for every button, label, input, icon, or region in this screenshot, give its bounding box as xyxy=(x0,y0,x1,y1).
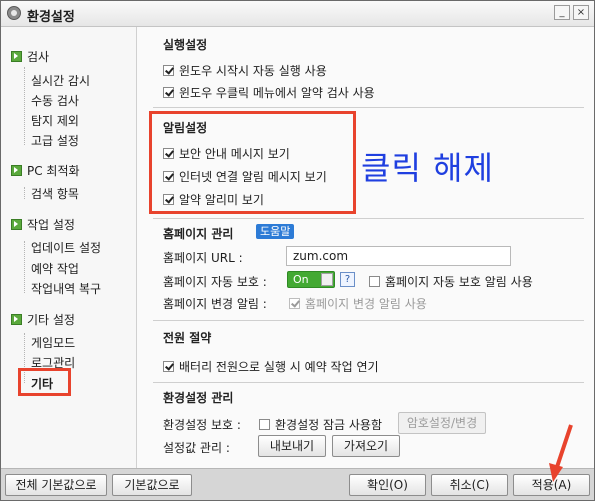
checkbox-protect-alert[interactable]: 홈페이지 자동 보호 알림 사용 xyxy=(369,273,533,290)
sidebar-item-schedule[interactable]: 예약 작업 xyxy=(31,260,79,277)
app-logo-icon xyxy=(7,6,21,20)
env-manage-label: 설정값 관리 : xyxy=(163,441,230,455)
sidebar-item-manual-scan[interactable]: 수동 검사 xyxy=(31,92,79,109)
arrow-icon xyxy=(11,314,22,325)
reset-button[interactable]: 기본값으로 xyxy=(112,474,192,496)
sidebar-group-scan[interactable]: 검사 xyxy=(11,48,49,65)
checkbox-autostart[interactable]: 윈도우 시작시 자동 실행 사용 xyxy=(163,62,327,79)
section-homepage-title: 홈페이지 관리 xyxy=(163,227,234,241)
help-question-icon[interactable]: ? xyxy=(340,272,355,287)
checkbox-env-lock[interactable]: 환경설정 잠금 사용함 xyxy=(259,416,382,433)
sidebar-group-pc-opt[interactable]: PC 최적화 xyxy=(11,162,80,179)
sidebar-item-game-mode[interactable]: 게임모드 xyxy=(31,334,75,351)
reset-all-button[interactable]: 전체 기본값으로 xyxy=(5,474,107,496)
arrow-icon xyxy=(11,219,22,230)
section-execution-title: 실행설정 xyxy=(163,38,208,52)
arrow-icon xyxy=(11,165,22,176)
help-badge[interactable]: 도움말 xyxy=(256,224,295,239)
checkbox-context-menu[interactable]: 윈도우 우클릭 메뉴에서 알약 검사 사용 xyxy=(163,84,375,101)
checkbox-battery[interactable]: 배터리 전원으로 실행 시 예약 작업 연기 xyxy=(163,358,379,375)
sidebar: 검사 실시간 감시 수동 검사 탐지 제외 고급 설정 PC 최적화 검색 항목… xyxy=(1,27,137,468)
annotation-text: 클릭 해제 xyxy=(361,149,494,187)
close-button[interactable]: × xyxy=(573,5,589,20)
settings-window: 환경설정 _ × 검사 실시간 감시 수동 검사 탐지 제외 고급 설정 PC … xyxy=(0,0,595,501)
homepage-protect-label: 홈페이지 자동 보호 : xyxy=(163,275,267,289)
homepage-change-label: 홈페이지 변경 알림 : xyxy=(163,297,267,311)
section-envmgmt-title: 환경설정 관리 xyxy=(163,391,234,405)
apply-button[interactable]: 적용(A) xyxy=(513,474,590,496)
sidebar-group-etc[interactable]: 기타 설정 xyxy=(11,311,75,328)
import-button[interactable]: 가져오기 xyxy=(332,435,400,457)
ok-button[interactable]: 확인(O) xyxy=(349,474,426,496)
sidebar-item-realtime[interactable]: 실시간 감시 xyxy=(31,72,90,89)
export-button[interactable]: 내보내기 xyxy=(258,435,326,457)
sidebar-item-exclusions[interactable]: 탐지 제외 xyxy=(31,112,79,129)
homepage-url-label: 홈페이지 URL : xyxy=(163,251,243,265)
highlight-box xyxy=(18,368,71,396)
sidebar-item-update[interactable]: 업데이트 설정 xyxy=(31,239,101,256)
sidebar-item-restore[interactable]: 작업내역 복구 xyxy=(31,280,101,297)
homepage-url-field[interactable]: zum.com xyxy=(286,246,511,266)
title-bar: 환경설정 _ × xyxy=(1,1,594,27)
env-protect-label: 환경설정 보호 : xyxy=(163,418,241,432)
sidebar-item-advanced[interactable]: 고급 설정 xyxy=(31,132,79,149)
cancel-button[interactable]: 취소(C) xyxy=(431,474,508,496)
window-title: 환경설정 xyxy=(27,10,75,25)
homepage-protect-toggle[interactable]: On xyxy=(287,271,335,288)
checkbox-change-alert[interactable]: 홈페이지 변경 알림 사용 xyxy=(289,295,427,312)
password-button[interactable]: 암호설정/변경 xyxy=(398,412,486,434)
alerts-highlight-box xyxy=(149,111,356,214)
section-power-title: 전원 절약 xyxy=(163,331,212,345)
sidebar-group-tasks[interactable]: 작업 설정 xyxy=(11,216,75,233)
sidebar-item-search-items[interactable]: 검색 항목 xyxy=(31,185,79,202)
minimize-button[interactable]: _ xyxy=(554,5,570,20)
arrow-icon xyxy=(11,51,22,62)
